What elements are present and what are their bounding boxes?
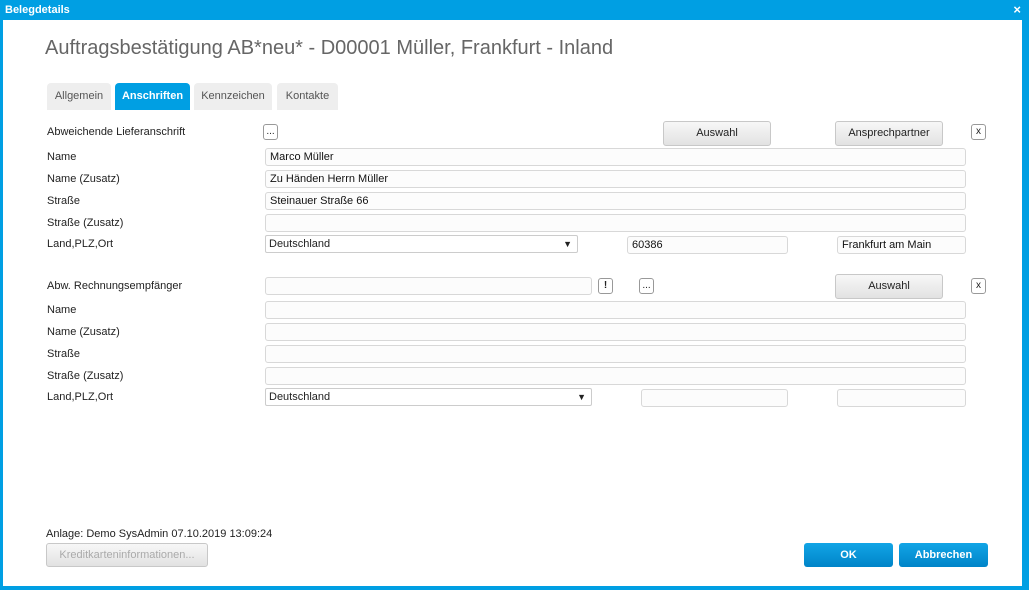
billing-country-value: Deutschland: [269, 391, 331, 403]
label-street: Straße: [47, 348, 81, 360]
label-name: Name: [47, 304, 77, 316]
label-country-zip-city: Land,PLZ,Ort: [47, 238, 114, 250]
page-title: Auftragsbestätigung AB*neu* - D00001 Mül…: [45, 37, 614, 59]
delivery-city-input[interactable]: Frankfurt am Main: [837, 236, 966, 254]
cancel-button[interactable]: Abbrechen: [899, 543, 988, 567]
delivery-country-select[interactable]: Deutschland ▼: [265, 235, 578, 253]
billing-select-button[interactable]: Auswahl: [835, 274, 943, 299]
tab-kontakte[interactable]: Kontakte: [277, 83, 338, 110]
delivery-zip-input[interactable]: 60386: [627, 236, 788, 254]
dropdown-arrow-icon: ▼: [563, 239, 572, 249]
billing-more-button[interactable]: ...: [639, 278, 654, 294]
delivery-street-extra-input[interactable]: [265, 214, 966, 232]
delivery-select-button[interactable]: Auswahl: [663, 121, 771, 146]
delivery-name-input[interactable]: Marco Müller: [265, 148, 966, 166]
billing-zip-input[interactable]: [641, 389, 788, 407]
delivery-more-button[interactable]: ...: [263, 124, 278, 140]
label-street-extra: Straße (Zusatz): [47, 370, 124, 382]
tab-kennzeichen[interactable]: Kennzeichen: [194, 83, 272, 110]
delivery-street-input[interactable]: Steinauer Straße 66: [265, 192, 966, 210]
label-name-extra: Name (Zusatz): [47, 326, 120, 338]
label-street-extra: Straße (Zusatz): [47, 217, 124, 229]
dialog-window: Belegdetails × Auftragsbestätigung AB*ne…: [0, 0, 1029, 590]
ok-button[interactable]: OK: [804, 543, 893, 567]
label-street: Straße: [47, 195, 81, 207]
billing-city-input[interactable]: [837, 389, 966, 407]
created-info: Anlage: Demo SysAdmin 07.10.2019 13:09:2…: [46, 528, 273, 540]
billing-name-extra-input[interactable]: [265, 323, 966, 341]
billing-street-extra-input[interactable]: [265, 367, 966, 385]
label-name: Name: [47, 151, 77, 163]
billing-name-input[interactable]: [265, 301, 966, 319]
billing-street-input[interactable]: [265, 345, 966, 363]
billing-recipient-input[interactable]: [265, 277, 592, 295]
label-name-extra: Name (Zusatz): [47, 173, 120, 185]
dialog-content: Auftragsbestätigung AB*neu* - D00001 Mül…: [3, 20, 1022, 586]
contact-person-button[interactable]: Ansprechpartner: [835, 121, 943, 146]
title-bar: Belegdetails: [0, 0, 1029, 20]
billing-section-label: Abw. Rechnungsempfänger: [47, 280, 183, 292]
close-icon[interactable]: ×: [1013, 0, 1021, 20]
delivery-section-label: Abweichende Lieferanschrift: [47, 126, 186, 138]
dropdown-arrow-icon: ▼: [577, 392, 586, 402]
billing-country-select[interactable]: Deutschland ▼: [265, 388, 592, 406]
delivery-clear-button[interactable]: x: [971, 124, 986, 140]
tab-anschriften[interactable]: Anschriften: [115, 83, 190, 110]
billing-clear-button[interactable]: x: [971, 278, 986, 294]
delivery-name-extra-input[interactable]: Zu Händen Herrn Müller: [265, 170, 966, 188]
delivery-country-value: Deutschland: [269, 238, 331, 250]
label-country-zip-city: Land,PLZ,Ort: [47, 391, 114, 403]
window-title: Belegdetails: [5, 4, 70, 16]
billing-warning-button[interactable]: !: [598, 278, 613, 294]
tab-allgemein[interactable]: Allgemein: [47, 83, 111, 110]
credit-card-info-button[interactable]: Kreditkarteninformationen...: [46, 543, 208, 567]
